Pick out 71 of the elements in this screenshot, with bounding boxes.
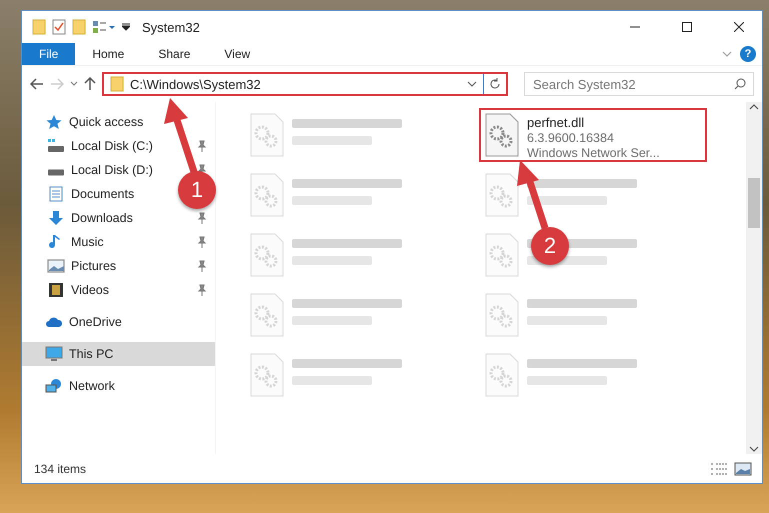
- file-description: Windows Network Ser...: [527, 146, 660, 160]
- pin-icon[interactable]: [197, 260, 207, 272]
- address-path: C:\Windows\System32: [130, 76, 262, 92]
- search-icon: [734, 78, 746, 90]
- gear-file-icon: [250, 173, 284, 217]
- sidebar-item[interactable]: This PC: [69, 347, 114, 361]
- gear-file-icon: [485, 113, 519, 157]
- annotation-arrow: [517, 160, 548, 230]
- download-arrow-icon: [47, 210, 65, 226]
- star-icon: [45, 114, 63, 130]
- scroll-down-icon[interactable]: [749, 444, 759, 454]
- gear-file-icon: [250, 233, 284, 277]
- sidebar-item[interactable]: Local Disk (D:): [71, 163, 153, 177]
- sidebar-item-selected[interactable]: This PC: [22, 342, 215, 366]
- back-arrow-icon[interactable]: [30, 78, 44, 90]
- gear-file-icon: [485, 293, 519, 337]
- large-icons-view-icon[interactable]: [734, 462, 752, 476]
- help-button[interactable]: ?: [740, 46, 756, 62]
- sidebar-item[interactable]: Network: [69, 379, 115, 393]
- sidebar-item[interactable]: Videos: [71, 283, 109, 297]
- ribbon-tab[interactable]: View: [207, 43, 268, 65]
- drive-icon: [47, 138, 65, 154]
- drive-icon: [47, 169, 65, 176]
- sidebar-item[interactable]: Music: [71, 235, 104, 249]
- sidebar-item[interactable]: Local Disk (C:): [71, 139, 153, 153]
- file-item[interactable]: perfnet.dll 6.3.9600.16384 Windows Network Ser...: [479, 108, 707, 162]
- view-options-icon[interactable]: [92, 20, 116, 34]
- folder-icon: [110, 76, 124, 92]
- sidebar-item[interactable]: Downloads: [71, 211, 133, 225]
- gear-file-icon: [485, 353, 519, 397]
- gear-file-icon: [485, 173, 519, 217]
- address-bar[interactable]: C:\Windows\System32: [102, 72, 508, 96]
- up-arrow-icon[interactable]: [84, 77, 96, 91]
- close-icon: [734, 22, 744, 32]
- gear-file-icon: [485, 233, 519, 277]
- sidebar-item[interactable]: Quick access: [69, 115, 144, 129]
- pin-icon[interactable]: [197, 236, 207, 248]
- file-name: perfnet.dll: [527, 115, 586, 130]
- folder-icon: [32, 19, 46, 35]
- scrollbar[interactable]: [746, 102, 762, 454]
- ribbon-tab[interactable]: Home: [75, 43, 142, 65]
- minimize-icon: [630, 26, 640, 28]
- network-icon: [45, 378, 63, 394]
- sidebar-item[interactable]: Pictures: [71, 259, 116, 273]
- item-count: 134 items: [34, 462, 88, 476]
- chevron-down-icon[interactable]: [467, 81, 477, 87]
- properties-icon[interactable]: [52, 19, 66, 35]
- file-description: 6.3.9600.16384: [527, 131, 615, 145]
- document-icon: [47, 186, 65, 202]
- sidebar-item[interactable]: Documents: [71, 187, 134, 201]
- pin-icon[interactable]: [197, 284, 207, 296]
- details-view-icon[interactable]: [710, 462, 728, 476]
- gear-file-icon: [250, 113, 284, 157]
- ribbon-tab[interactable]: Share: [141, 43, 208, 65]
- gear-file-icon: [250, 293, 284, 337]
- monitor-icon: [45, 346, 63, 362]
- gear-file-icon: [250, 353, 284, 397]
- window-title: System32: [142, 20, 200, 34]
- scroll-thumb[interactable]: [748, 178, 760, 228]
- folder-icon: [72, 19, 86, 35]
- picture-icon: [47, 258, 65, 274]
- maximize-icon: [682, 22, 692, 32]
- search-field[interactable]: Search System32: [524, 72, 754, 96]
- scroll-up-icon[interactable]: [749, 102, 759, 112]
- caret-icon[interactable]: [122, 23, 130, 31]
- ribbon-tab[interactable]: File: [22, 43, 76, 65]
- film-icon: [47, 282, 65, 298]
- sidebar-item[interactable]: OneDrive: [69, 315, 122, 329]
- chevron-down-icon[interactable]: [70, 81, 78, 87]
- pin-icon[interactable]: [197, 140, 207, 152]
- pin-icon[interactable]: [197, 212, 207, 224]
